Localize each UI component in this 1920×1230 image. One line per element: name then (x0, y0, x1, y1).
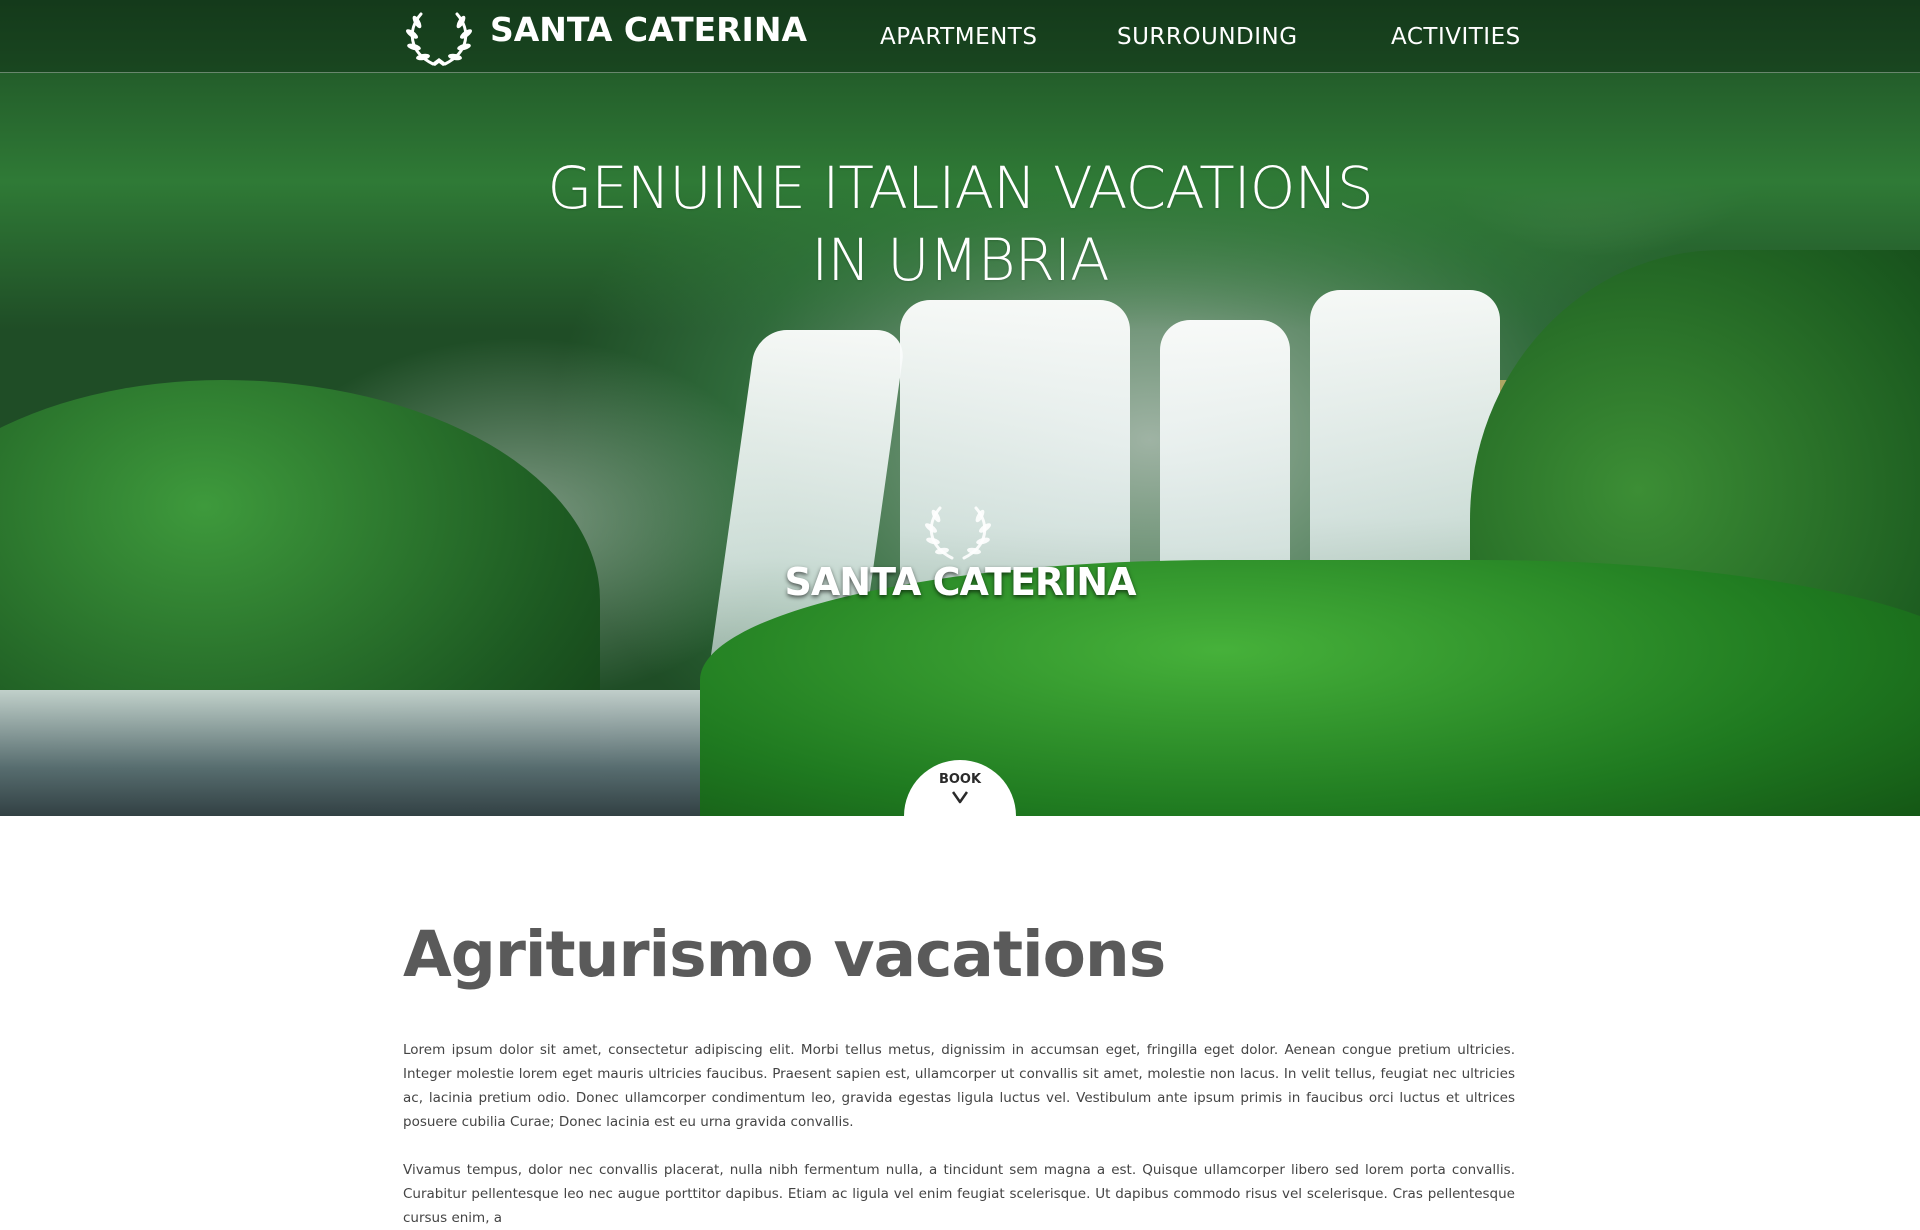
body-paragraph: Lorem ipsum dolor sit amet, consectetur … (403, 1042, 1515, 1130)
chevron-down-icon (952, 791, 968, 804)
nav-item-apartments[interactable]: APARTMENTS (880, 24, 1037, 50)
hero-river (0, 690, 760, 816)
book-button-label: BOOK (938, 772, 982, 787)
hero-brand-text: SANTA CATERINA (784, 560, 1136, 604)
hero-headline-line2: IN UMBRIA (811, 226, 1109, 294)
nav-item-activities[interactable]: ACTIVITIES (1391, 24, 1521, 50)
body-paragraph: Vivamus tempus, dolor nec convallis plac… (403, 1162, 1515, 1226)
top-navbar: SANTA CATERINA APARTMENTS SURROUNDING AC… (0, 0, 1920, 73)
nav-item-surrounding[interactable]: SURROUNDING (1117, 24, 1298, 50)
laurel-wreath-icon[interactable] (403, 6, 475, 70)
hero-headline: GENUINE ITALIAN VACATIONS IN UMBRIA (360, 152, 1560, 296)
hero-banner: SANTA CATERINA APARTMENTS SURROUNDING AC… (0, 0, 1920, 816)
section-title: Agriturismo vacations (403, 918, 1166, 991)
site-logo-text[interactable]: SANTA CATERINA (490, 10, 807, 49)
laurel-wreath-icon (925, 506, 991, 560)
hero-headline-line1: GENUINE ITALIAN VACATIONS (547, 154, 1373, 222)
